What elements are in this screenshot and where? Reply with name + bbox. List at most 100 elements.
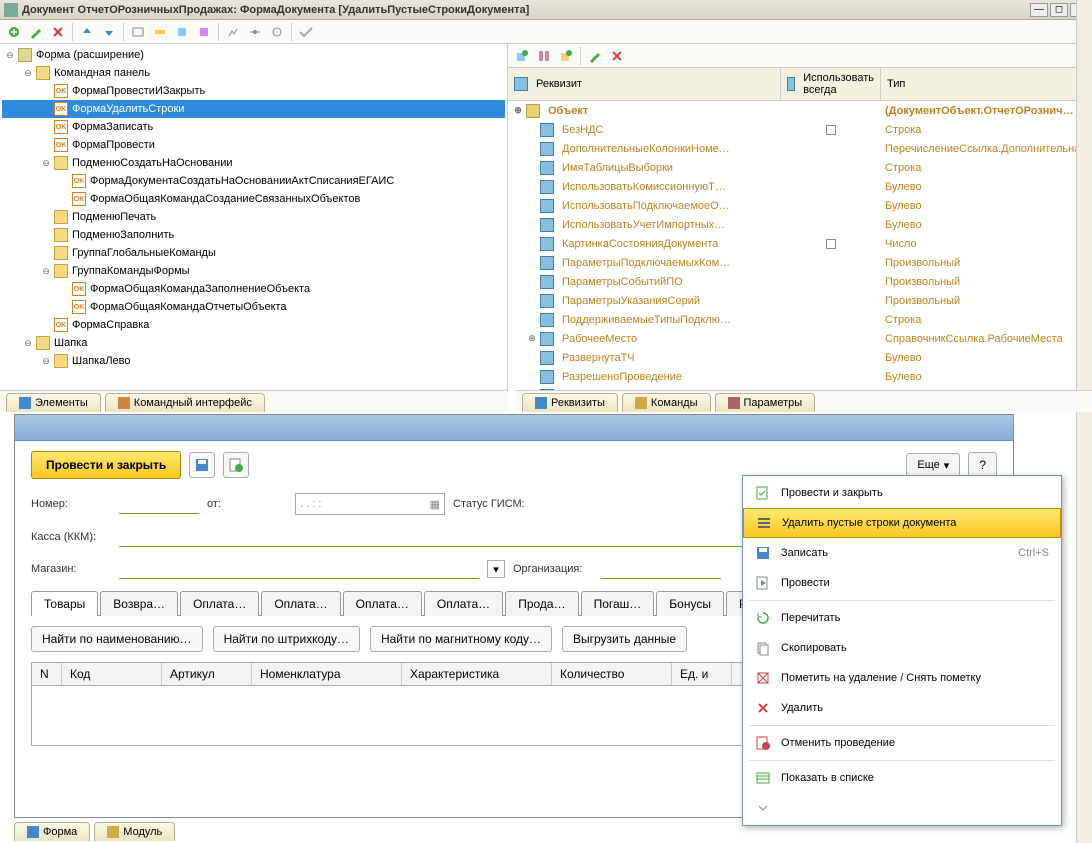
expander-icon[interactable] bbox=[40, 121, 52, 133]
menu-item[interactable]: Удалить bbox=[743, 693, 1061, 723]
expander-icon[interactable]: ⊕ bbox=[526, 333, 538, 345]
table-col-header[interactable]: Количество bbox=[552, 663, 672, 685]
expander-icon[interactable] bbox=[40, 211, 52, 223]
calendar-icon[interactable]: ▦ bbox=[430, 498, 440, 511]
attr-row[interactable]: РазвернутаТЧБулево bbox=[508, 348, 1091, 367]
attr-row[interactable]: ПоддерживаемыеТипыПодклю…Строка bbox=[508, 310, 1091, 329]
minimize-button[interactable]: — bbox=[1030, 3, 1048, 17]
attr-add2-button[interactable] bbox=[556, 46, 576, 66]
table-col-header[interactable]: Код bbox=[62, 663, 162, 685]
menu-item[interactable]: Провести bbox=[743, 568, 1061, 598]
expander-icon[interactable]: ⊖ bbox=[40, 355, 52, 367]
attr-row[interactable]: ИспользоватьУчетИмпортных…Булево bbox=[508, 215, 1091, 234]
attr-row[interactable]: ПараметрыУказанияСерийПроизвольный bbox=[508, 291, 1091, 310]
expander-icon[interactable] bbox=[40, 139, 52, 151]
post-and-close-button[interactable]: Провести и закрыть bbox=[31, 451, 181, 479]
doc-tab[interactable]: Бонусы bbox=[656, 591, 724, 616]
attr-row[interactable]: ⊕РабочееМестоСправочникСсылка.РабочиеМес… bbox=[508, 329, 1091, 348]
tree-item[interactable]: OKФормаСправка bbox=[2, 316, 505, 334]
add-button[interactable] bbox=[4, 22, 24, 42]
menu-item[interactable]: ЗаписатьCtrl+S bbox=[743, 538, 1061, 568]
menu-item[interactable]: Скопировать bbox=[743, 633, 1061, 663]
tree-item[interactable]: ПодменюЗаполнить bbox=[2, 226, 505, 244]
action-button[interactable]: Выгрузить данные bbox=[562, 626, 687, 652]
menu-item[interactable]: Отменить проведение bbox=[743, 728, 1061, 758]
expander-icon[interactable] bbox=[40, 85, 52, 97]
doc-tab[interactable]: Оплата… bbox=[180, 591, 259, 616]
save-icon-button[interactable] bbox=[189, 452, 215, 478]
attr-row[interactable]: ПараметрыСобытийПОПроизвольный bbox=[508, 272, 1091, 291]
expander-icon[interactable] bbox=[40, 319, 52, 331]
table-col-header[interactable]: Характеристика bbox=[402, 663, 552, 685]
attr-row[interactable]: ИмяТаблицыВыборкиСтрока bbox=[508, 158, 1091, 177]
form-tree[interactable]: ⊖Форма (расширение)⊖Командная панельOKФо… bbox=[0, 44, 507, 412]
use-always-checkbox[interactable] bbox=[826, 125, 836, 135]
tab-requisites[interactable]: Реквизиты bbox=[522, 393, 618, 412]
tree-item[interactable]: OKФормаЗаписать bbox=[2, 118, 505, 136]
check-button[interactable] bbox=[296, 22, 316, 42]
post-icon-button[interactable] bbox=[223, 452, 249, 478]
tree-item[interactable]: ⊖ШапкаЛево bbox=[2, 352, 505, 370]
tree-item[interactable]: ПодменюПечать bbox=[2, 208, 505, 226]
action-button[interactable]: Найти по штрихкоду… bbox=[213, 626, 360, 652]
tool-btn-7[interactable] bbox=[267, 22, 287, 42]
tool-btn-2[interactable] bbox=[150, 22, 170, 42]
tree-item[interactable]: ⊖Форма (расширение) bbox=[2, 46, 505, 64]
tree-item[interactable]: OKФормаПровестиИЗакрыть bbox=[2, 82, 505, 100]
attr-row[interactable]: ⊕Объект(ДокументОбъект.ОтчетОРознич… bbox=[508, 101, 1091, 120]
doc-tab[interactable]: Возвра… bbox=[100, 591, 178, 616]
tool-btn-4[interactable] bbox=[194, 22, 214, 42]
attr-row[interactable]: РазрешеноПроведениеБулево bbox=[508, 367, 1091, 386]
doc-tab[interactable]: Прода… bbox=[505, 591, 578, 616]
tree-item[interactable]: ⊖ГруппаКомандыФормы bbox=[2, 262, 505, 280]
doc-tab[interactable]: Оплата… bbox=[424, 591, 503, 616]
tree-item[interactable]: ⊖ПодменюСоздатьНаОсновании bbox=[2, 154, 505, 172]
attr-row[interactable]: БезНДССтрока bbox=[508, 120, 1091, 139]
attrs-grid[interactable]: ⊕Объект(ДокументОбъект.ОтчетОРознич…БезН… bbox=[508, 101, 1091, 412]
expander-icon[interactable] bbox=[58, 175, 70, 187]
number-input[interactable] bbox=[119, 494, 199, 514]
org-input[interactable] bbox=[601, 559, 721, 579]
action-button[interactable]: Найти по наименованию… bbox=[31, 626, 203, 652]
delete-button[interactable] bbox=[48, 22, 68, 42]
tool-btn-3[interactable] bbox=[172, 22, 192, 42]
attr-row[interactable]: КартинкаСостоянияДокументаЧисло bbox=[508, 234, 1091, 253]
edit-button[interactable] bbox=[26, 22, 46, 42]
expander-icon[interactable] bbox=[58, 193, 70, 205]
tree-item[interactable]: ГруппаГлобальныеКоманды bbox=[2, 244, 505, 262]
menu-item[interactable]: Пометить на удаление / Снять пометку bbox=[743, 663, 1061, 693]
tool-btn-5[interactable] bbox=[223, 22, 243, 42]
date-input[interactable]: . . : :▦ bbox=[295, 493, 445, 515]
maximize-button[interactable]: ◻ bbox=[1050, 3, 1068, 17]
doc-tab[interactable]: Оплата… bbox=[343, 591, 422, 616]
expander-icon[interactable]: ⊖ bbox=[22, 337, 34, 349]
tab-form[interactable]: Форма bbox=[14, 822, 90, 841]
move-up-button[interactable] bbox=[77, 22, 97, 42]
doc-tab[interactable]: Товары bbox=[31, 591, 98, 616]
attr-row[interactable]: ИспользоватьКомиссионнуюТ…Булево bbox=[508, 177, 1091, 196]
action-button[interactable]: Найти по магнитному коду… bbox=[370, 626, 552, 652]
attr-add-button[interactable] bbox=[512, 46, 532, 66]
move-down-button[interactable] bbox=[99, 22, 119, 42]
doc-tab[interactable]: Погаш… bbox=[581, 591, 655, 616]
menu-item[interactable]: Показать в списке bbox=[743, 763, 1061, 793]
attr-delete-button[interactable] bbox=[607, 46, 627, 66]
tree-item[interactable]: OKФормаОбщаяКомандаОтчетыОбъекта bbox=[2, 298, 505, 316]
shop-input[interactable] bbox=[119, 559, 479, 579]
expander-icon[interactable] bbox=[40, 247, 52, 259]
tree-item[interactable]: OKФормаДокументаСоздатьНаОснованииАктСпи… bbox=[2, 172, 505, 190]
menu-item[interactable]: Провести и закрыть bbox=[743, 478, 1061, 508]
expander-icon[interactable]: ⊕ bbox=[512, 105, 524, 117]
expander-icon[interactable]: ⊖ bbox=[22, 67, 34, 79]
expander-icon[interactable] bbox=[40, 229, 52, 241]
menu-item[interactable]: Удалить пустые строки документа bbox=[743, 508, 1061, 538]
expander-icon[interactable] bbox=[58, 283, 70, 295]
tool-btn-6[interactable] bbox=[245, 22, 265, 42]
tab-commands[interactable]: Команды bbox=[622, 393, 711, 412]
expander-icon[interactable] bbox=[58, 301, 70, 313]
expander-icon[interactable]: ⊖ bbox=[4, 49, 16, 61]
tab-parameters[interactable]: Параметры bbox=[715, 393, 816, 412]
attr-row[interactable]: ПараметрыПодключаемыхКом…Произвольный bbox=[508, 253, 1091, 272]
table-col-header[interactable]: Номенклатура bbox=[252, 663, 402, 685]
tree-item[interactable]: OKФормаПровести bbox=[2, 136, 505, 154]
